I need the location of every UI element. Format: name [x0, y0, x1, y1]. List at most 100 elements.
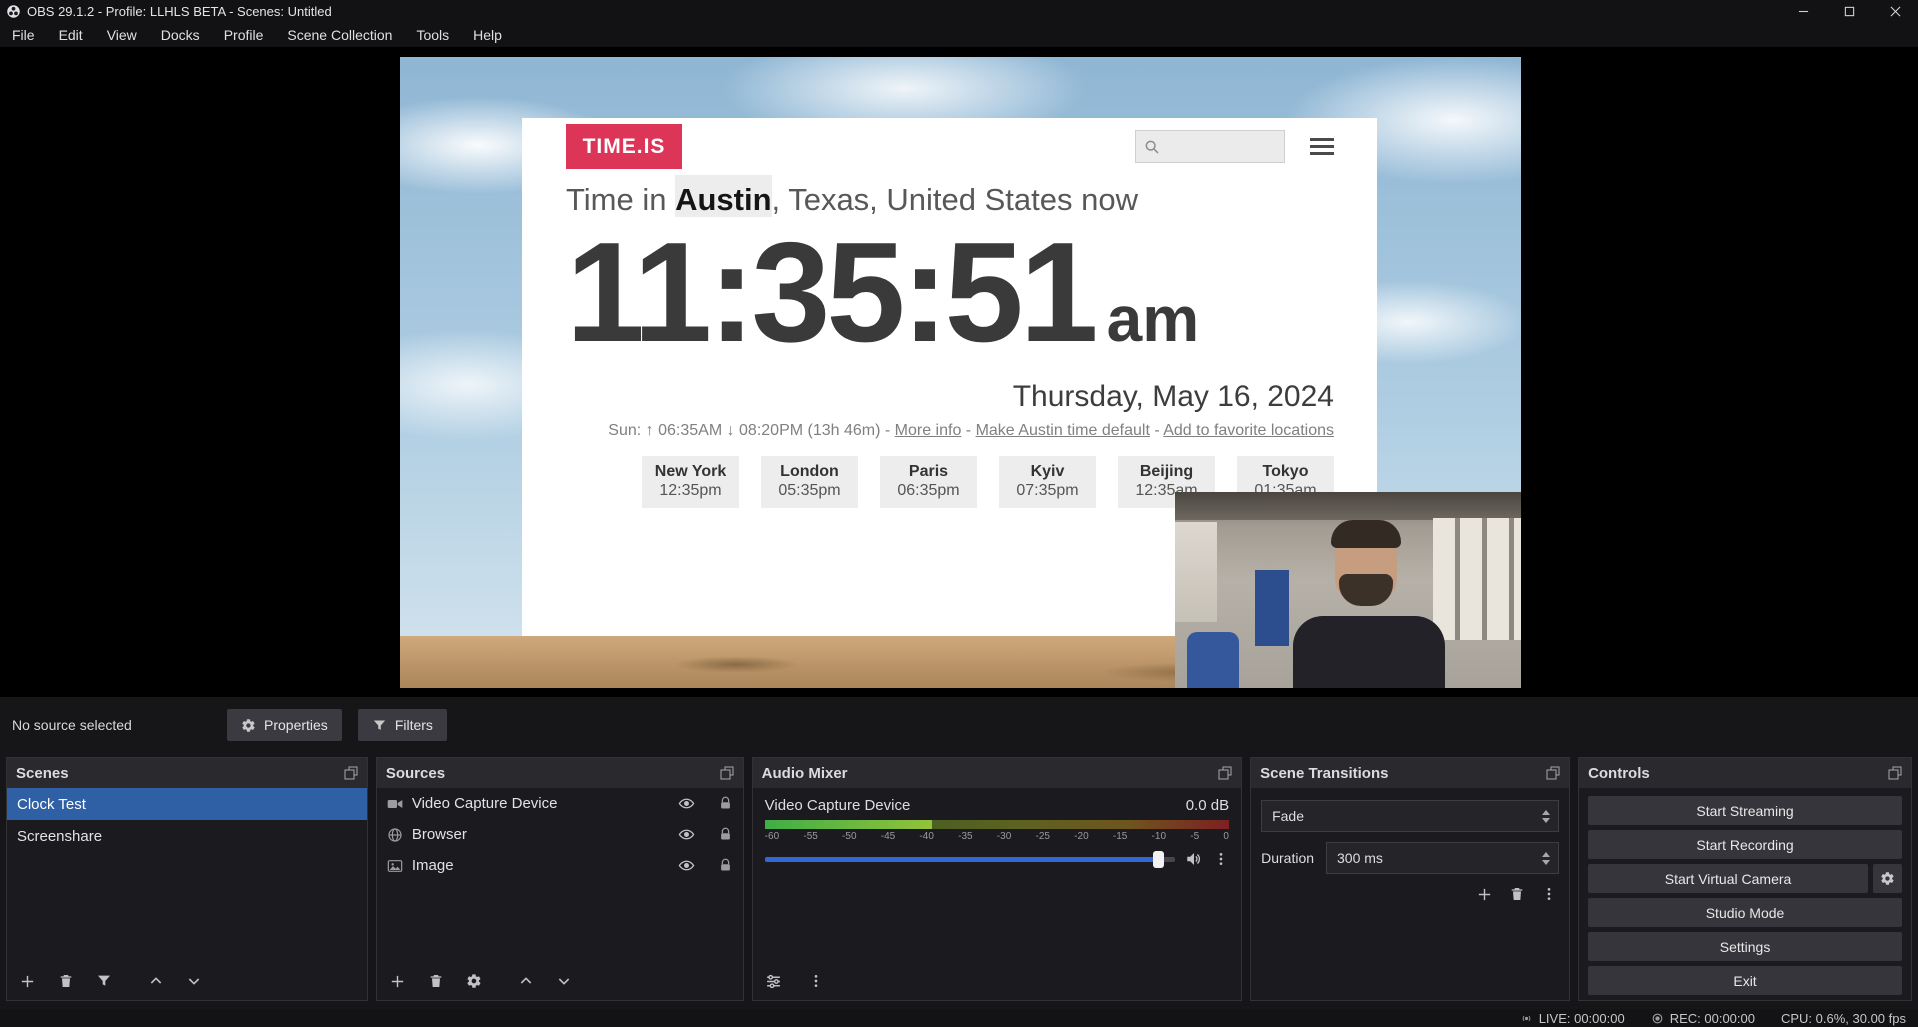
start-virtual-camera-button[interactable]: Start Virtual Camera	[1588, 864, 1868, 893]
mixer-level-db: 0.0 dB	[1186, 797, 1229, 814]
camera-icon	[387, 796, 403, 812]
window-close-button[interactable]	[1872, 0, 1918, 22]
clock-time: 11:35:51	[566, 218, 1095, 367]
exit-button[interactable]: Exit	[1588, 966, 1902, 995]
city-box: Kyiv07:35pm	[999, 456, 1096, 508]
menu-docks[interactable]: Docks	[149, 22, 212, 47]
move-scene-down-button[interactable]	[186, 973, 202, 989]
webcam-person-beard	[1339, 574, 1393, 606]
dock-popout-icon[interactable]	[1546, 766, 1560, 780]
filter-icon	[372, 718, 387, 733]
controls-dock-header[interactable]: Controls	[1579, 758, 1911, 788]
menu-scene-collection[interactable]: Scene Collection	[275, 22, 404, 47]
menu-profile[interactable]: Profile	[212, 22, 276, 47]
gear-icon	[466, 973, 482, 989]
titlebar: OBS 29.1.2 - Profile: LLHLS BETA - Scene…	[0, 0, 1918, 22]
scenes-title: Scenes	[16, 765, 69, 782]
mixer-toolbar	[753, 962, 1241, 1000]
menu-view[interactable]: View	[95, 22, 149, 47]
transition-properties-kebab-icon[interactable]	[1541, 886, 1557, 903]
scenes-dock-header[interactable]: Scenes	[7, 758, 367, 788]
source-properties-button[interactable]	[466, 973, 482, 989]
window-minimize-button[interactable]	[1780, 0, 1826, 22]
add-source-button[interactable]	[389, 973, 406, 990]
eye-icon[interactable]	[678, 857, 695, 874]
image-icon	[387, 858, 403, 874]
duration-spinbox[interactable]: 300 ms	[1326, 842, 1559, 874]
scene-item-screenshare[interactable]: Screenshare	[7, 820, 367, 852]
move-scene-up-button[interactable]	[148, 973, 164, 989]
studio-mode-button[interactable]: Studio Mode	[1588, 898, 1902, 927]
transitions-dock-header[interactable]: Scene Transitions	[1251, 758, 1569, 788]
combo-arrows-icon[interactable]	[1542, 810, 1550, 823]
controls-buttons: Start Streaming Start Recording Start Vi…	[1579, 788, 1911, 1000]
dock-popout-icon[interactable]	[720, 766, 734, 780]
mixer-title: Audio Mixer	[762, 765, 848, 782]
timeis-logo: TIME.IS	[566, 124, 682, 169]
settings-button[interactable]: Settings	[1588, 932, 1902, 961]
remove-source-button[interactable]	[428, 973, 444, 989]
sources-title: Sources	[386, 765, 445, 782]
remove-scene-button[interactable]	[58, 973, 74, 989]
advanced-audio-properties-button[interactable]	[765, 973, 782, 990]
scene-filters-button[interactable]	[96, 973, 112, 989]
volume-slider[interactable]	[765, 857, 1175, 862]
add-scene-button[interactable]	[19, 973, 36, 990]
gear-icon	[241, 718, 256, 733]
menu-help[interactable]: Help	[461, 22, 514, 47]
scene-item-clock-test[interactable]: Clock Test	[7, 788, 367, 820]
webcam-ceiling	[1175, 492, 1521, 520]
virtual-camera-config-button[interactable]	[1873, 864, 1902, 893]
cpu-fps-status: CPU: 0.6%, 30.00 fps	[1781, 1011, 1906, 1026]
menu-tools[interactable]: Tools	[404, 22, 461, 47]
lock-icon[interactable]	[718, 796, 733, 811]
transitions-dock: Scene Transitions Fade Duration 300 ms	[1250, 757, 1570, 1001]
webcam-window	[1433, 518, 1521, 640]
source-item-video-capture[interactable]: Video Capture Device	[377, 788, 743, 819]
volume-slider-handle[interactable]	[1153, 851, 1164, 868]
speaker-icon[interactable]	[1185, 850, 1203, 868]
audio-mixer-dock: Audio Mixer Video Capture Device 0.0 dB …	[752, 757, 1242, 1001]
obs-logo-icon	[6, 4, 21, 19]
start-streaming-button[interactable]: Start Streaming	[1588, 796, 1902, 825]
add-transition-button[interactable]	[1476, 886, 1493, 903]
scenes-list: Clock Test Screenshare	[7, 788, 367, 1000]
webpage-menu-icon	[1310, 138, 1334, 155]
filters-button[interactable]: Filters	[358, 709, 447, 741]
dock-popout-icon[interactable]	[1218, 766, 1232, 780]
lock-icon[interactable]	[718, 827, 733, 842]
source-item-image[interactable]: Image	[377, 850, 743, 881]
transition-select[interactable]: Fade	[1261, 800, 1559, 832]
properties-button[interactable]: Properties	[227, 709, 342, 741]
gear-icon	[1880, 871, 1895, 886]
lock-icon[interactable]	[718, 858, 733, 873]
controls-title: Controls	[1588, 765, 1650, 782]
menu-file[interactable]: File	[0, 22, 47, 47]
more-info-link: More info	[895, 422, 962, 439]
sources-dock-header[interactable]: Sources	[377, 758, 743, 788]
rec-status: REC: 00:00:00	[1651, 1011, 1755, 1026]
city-box: New York12:35pm	[642, 456, 739, 508]
dock-popout-icon[interactable]	[344, 766, 358, 780]
webpage-search-input	[1135, 130, 1285, 163]
move-source-up-button[interactable]	[518, 973, 534, 989]
channel-menu-kebab-icon[interactable]	[1213, 851, 1229, 867]
preview-area: TIME.IS Time in Austin, Texas, United St…	[0, 47, 1918, 697]
start-recording-button[interactable]: Start Recording	[1588, 830, 1902, 859]
remove-transition-button[interactable]	[1509, 886, 1525, 903]
mixer-dock-header[interactable]: Audio Mixer	[753, 758, 1241, 788]
webpage-sun-info: Sun: ↑ 06:35AM ↓ 08:20PM (13h 46m) - Mor…	[608, 422, 1334, 440]
menu-edit[interactable]: Edit	[47, 22, 95, 47]
eye-icon[interactable]	[678, 826, 695, 843]
transitions-title: Scene Transitions	[1260, 765, 1388, 782]
clock-ampm: am	[1107, 287, 1200, 351]
spinbox-arrows-icon[interactable]	[1542, 852, 1550, 865]
rec-indicator-icon	[1651, 1012, 1664, 1025]
mixer-menu-kebab-icon[interactable]	[808, 973, 824, 989]
dock-popout-icon[interactable]	[1888, 766, 1902, 780]
window-maximize-button[interactable]	[1826, 0, 1872, 22]
preview-canvas[interactable]: TIME.IS Time in Austin, Texas, United St…	[400, 57, 1521, 688]
source-item-browser[interactable]: Browser	[377, 819, 743, 850]
eye-icon[interactable]	[678, 795, 695, 812]
move-source-down-button[interactable]	[556, 973, 572, 989]
